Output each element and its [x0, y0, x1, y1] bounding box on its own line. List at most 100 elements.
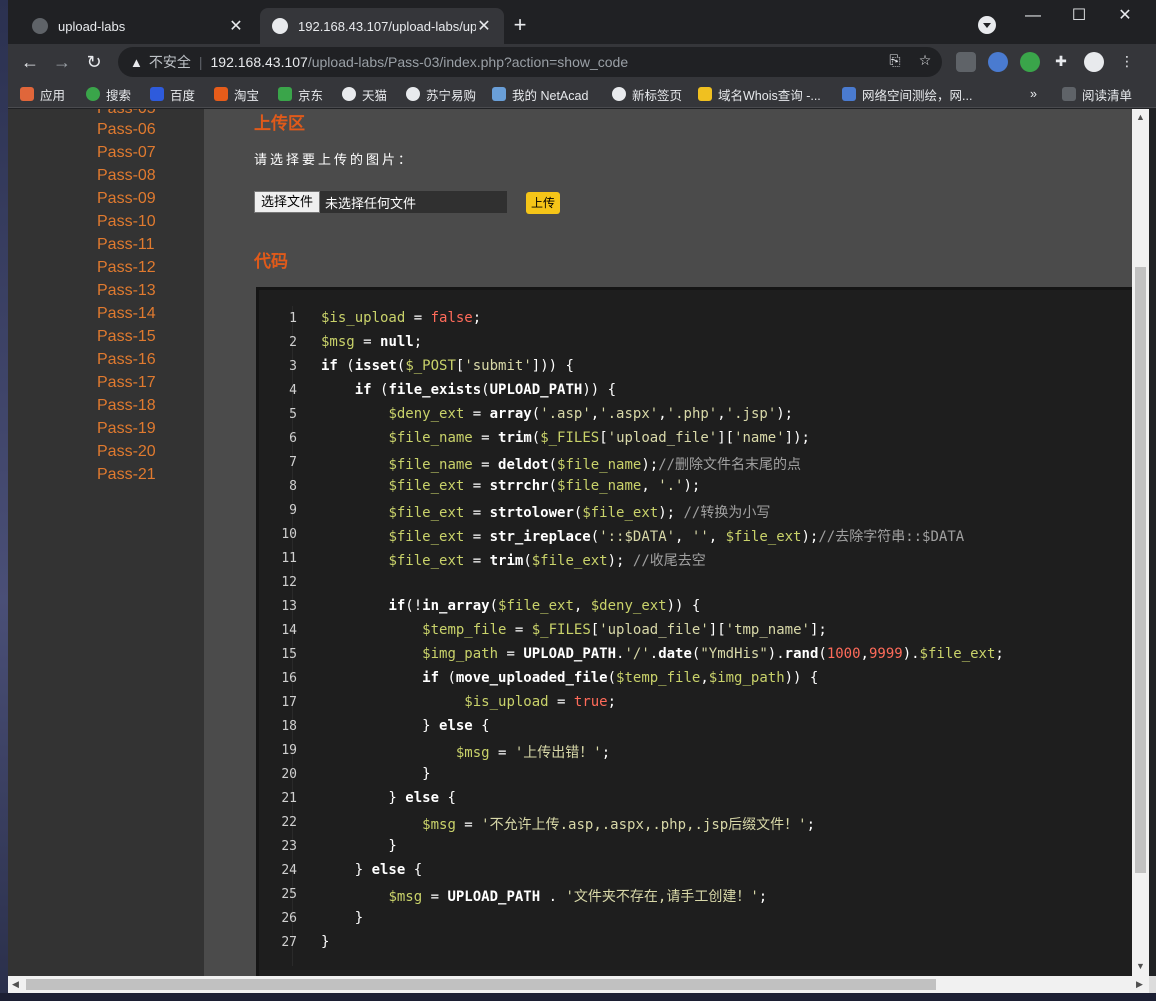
bookmark-label: 我的 NetAcad — [512, 88, 589, 103]
bookmark-item[interactable]: 淘宝 — [214, 85, 259, 103]
sidebar-item-pass-14[interactable]: Pass-14 — [97, 305, 156, 323]
code-line: $is_upload = true; — [464, 694, 617, 710]
close-window-button[interactable]: ✕ — [1102, 2, 1148, 30]
code-line: if (isset($_POST['submit'])) { — [321, 358, 574, 374]
sidebar-item-pass-20[interactable]: Pass-20 — [97, 443, 156, 461]
extension-icon[interactable] — [988, 52, 1008, 72]
avatar[interactable] — [1084, 52, 1104, 72]
url-host: 192.168.43.107 — [210, 54, 308, 70]
file-status: 未选择任何文件 — [325, 195, 417, 211]
vertical-scrollbar[interactable]: ▲ ▼ — [1132, 109, 1149, 976]
sidebar-item-pass-11[interactable]: Pass-11 — [97, 236, 155, 254]
bookmark-label: 天猫 — [362, 88, 388, 103]
bookmark-star-icon[interactable]: ☆ — [916, 51, 934, 69]
sidebar-item-partial[interactable]: Pass-05 — [97, 109, 156, 118]
line-number: 26 — [281, 911, 297, 926]
horizontal-scrollbar[interactable]: ◀ ▶ — [8, 976, 1149, 993]
sidebar-item-pass-19[interactable]: Pass-19 — [97, 420, 156, 438]
tab-close-icon[interactable]: ✕ — [476, 16, 492, 36]
line-number: 25 — [281, 887, 297, 902]
scroll-up-icon[interactable]: ▲ — [1136, 112, 1145, 122]
reading-list[interactable]: 阅读清单 — [1062, 85, 1132, 103]
bookmark-item[interactable]: 网络空间测绘，网... — [842, 85, 972, 103]
code-line: } else { — [321, 790, 456, 806]
maximize-button[interactable]: ☐ — [1056, 2, 1102, 30]
bookmark-item[interactable]: 苏宁易购 — [406, 85, 476, 103]
file-input[interactable]: 选择文件 未选择任何文件 — [254, 191, 507, 213]
bookmark-item[interactable]: 搜索 — [86, 85, 131, 103]
sidebar-item-pass-17[interactable]: Pass-17 — [97, 374, 156, 392]
tab-close-icon[interactable]: ✕ — [228, 16, 244, 36]
sidebar-item-pass-07[interactable]: Pass-07 — [97, 144, 156, 162]
upload-prompt: 请选择要上传的图片： — [254, 152, 415, 167]
line-number: 2 — [289, 335, 297, 350]
security-label: 不安全 — [148, 54, 191, 70]
more-menu-icon[interactable]: ⋮ — [1118, 52, 1136, 70]
jd-icon — [278, 87, 292, 101]
bookmark-item[interactable]: 域名Whois查询 -... — [698, 85, 821, 103]
code-line: $msg = '上传出错！'; — [455, 745, 611, 761]
page-favicon-icon — [32, 18, 48, 34]
tab-strip: upload-labs ✕ 192.168.43.107/upload-labs… — [8, 0, 1156, 44]
bookmark-item[interactable]: 天猫 — [342, 85, 387, 103]
bookmark-label: 淘宝 — [234, 88, 260, 103]
cisco-icon — [492, 87, 506, 101]
sidebar-item-pass-18[interactable]: Pass-18 — [97, 397, 156, 415]
bookmark-label: 域名Whois查询 -... — [718, 88, 821, 103]
upload-button[interactable]: 上传 — [526, 192, 560, 214]
sidebar-item-pass-10[interactable]: Pass-10 — [97, 213, 156, 231]
code-line: $msg = null; — [321, 334, 423, 350]
sidebar-item-pass-16[interactable]: Pass-16 — [97, 351, 156, 369]
code-line: $file_name = trim($_FILES['upload_file']… — [388, 430, 810, 446]
new-tab-button[interactable]: + — [508, 14, 532, 38]
extension-icon[interactable] — [1020, 52, 1040, 72]
code-line: $temp_file = $_FILES['upload_file']['tmp… — [422, 622, 827, 638]
choose-file-button[interactable]: 选择文件 — [254, 191, 321, 213]
reading-list-icon — [1062, 87, 1076, 101]
tab-search-icon[interactable] — [978, 16, 996, 34]
tab-upload-labs[interactable]: upload-labs ✕ — [20, 8, 256, 44]
horizontal-scroll-thumb[interactable] — [26, 979, 936, 990]
minimize-button[interactable]: — — [1010, 2, 1056, 30]
taobao-icon — [214, 87, 228, 101]
sidebar-item-pass-06[interactable]: Pass-06 — [97, 121, 156, 139]
sidebar-item-pass-08[interactable]: Pass-08 — [97, 167, 156, 185]
reload-icon[interactable]: ↻ — [80, 48, 108, 76]
address-bar[interactable]: ▲ 不安全 | 192.168.43.107 /upload-labs/Pass… — [118, 47, 942, 77]
line-number: 17 — [281, 695, 297, 710]
bookmark-item[interactable]: 京东 — [278, 85, 323, 103]
puzzle-icon[interactable]: ✚ — [1052, 52, 1070, 70]
apps-grid-icon — [20, 87, 34, 101]
bookmark-item[interactable]: 百度 — [150, 85, 195, 103]
sidebar-item-pass-15[interactable]: Pass-15 — [97, 328, 156, 346]
scroll-down-icon[interactable]: ▼ — [1136, 961, 1145, 971]
address-separator: | — [198, 54, 203, 70]
code-line: if(!in_array($file_ext, $deny_ext)) { — [388, 598, 701, 614]
tab-active[interactable]: 192.168.43.107/upload-labs/up ✕ — [260, 8, 504, 44]
scroll-right-icon[interactable]: ▶ — [1136, 979, 1143, 990]
bookmark-label: 新标签页 — [632, 88, 683, 103]
bookmark-item[interactable]: 新标签页 — [612, 85, 682, 103]
sidebar-item-pass-21[interactable]: Pass-21 — [97, 466, 156, 484]
forward-arrow-icon[interactable]: → — [48, 48, 76, 76]
code-line: $is_upload = false; — [321, 310, 482, 326]
sidebar: Pass-05 Pass-06 Pass-07 Pass-08 Pass-09 Pass… — [8, 109, 204, 976]
code-line: $msg = '不允许上传.asp,.aspx,.php,.jsp后缀文件！'; — [422, 817, 816, 833]
line-number: 18 — [281, 719, 297, 734]
sidebar-item-pass-09[interactable]: Pass-09 — [97, 190, 156, 208]
more-bookmarks-icon[interactable]: » — [1030, 85, 1037, 103]
vertical-scroll-thumb[interactable] — [1135, 267, 1146, 873]
sidebar-item-pass-12[interactable]: Pass-12 — [97, 259, 156, 277]
line-number: 16 — [281, 671, 297, 686]
bookmark-apps[interactable]: 应用 — [20, 85, 65, 103]
back-arrow-icon[interactable]: ← — [16, 48, 44, 76]
sidebar-item-pass-13[interactable]: Pass-13 — [97, 282, 156, 300]
bookmark-label: 搜索 — [106, 88, 132, 103]
translate-icon[interactable]: ⎘ — [886, 51, 904, 69]
bookmark-item[interactable]: 我的 NetAcad — [492, 85, 588, 103]
line-number: 10 — [281, 527, 297, 542]
scroll-left-icon[interactable]: ◀ — [12, 979, 19, 990]
extension-icon[interactable] — [956, 52, 976, 72]
code-line: $file_ext = strtolower($file_ext); //转换为… — [388, 505, 771, 521]
code-line: } — [321, 934, 330, 950]
